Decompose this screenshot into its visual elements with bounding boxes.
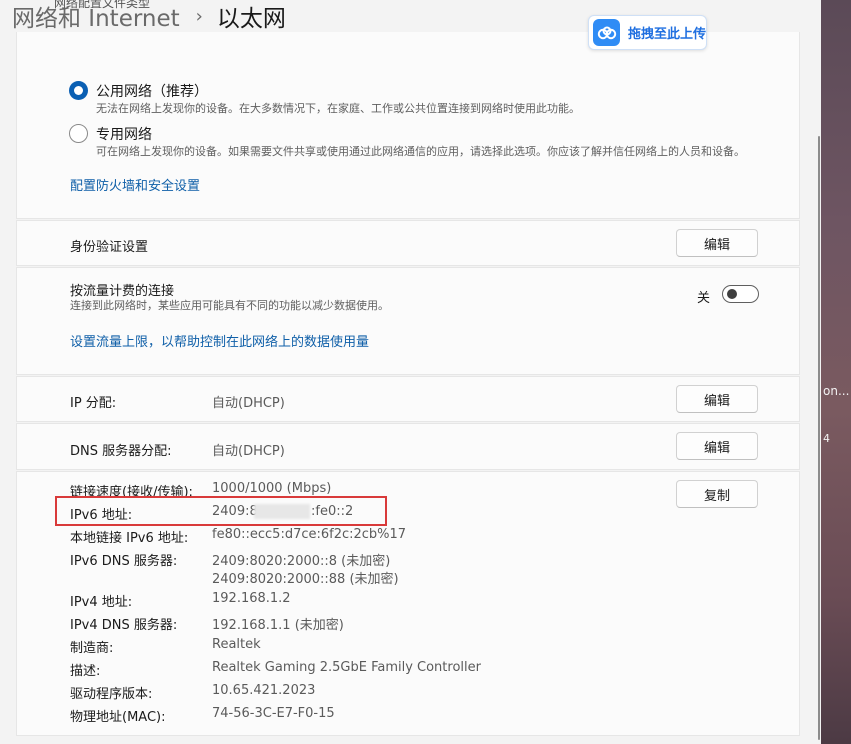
link-speed-value: 1000/1000 (Mbps): [212, 481, 332, 496]
ipv6-dns-label: IPv6 DNS 服务器:: [70, 554, 178, 569]
cloud-icon: [593, 19, 620, 46]
public-network-title: 公用网络（推荐）: [96, 84, 208, 100]
upload-drop-button[interactable]: 拖拽至此上传: [588, 15, 707, 50]
metered-toggle-state: 关: [697, 291, 711, 306]
public-network-radio[interactable]: [69, 81, 88, 100]
driver-version-label: 驱动程序版本:: [70, 687, 153, 702]
profile-section-title: 网络配置文件类型: [54, 0, 151, 10]
ipv6-dns-value-1: 2409:8020:2000::8 (未加密): [212, 554, 391, 569]
data-limit-link[interactable]: 设置流量上限，以帮助控制在此网络上的数据使用量: [70, 331, 369, 350]
ipv4-value: 192.168.1.2: [212, 591, 291, 606]
mac-address-label: 物理地址(MAC):: [70, 710, 166, 725]
driver-version-value: 10.65.421.2023: [212, 683, 316, 698]
copy-details-button[interactable]: 复制: [676, 480, 758, 508]
ipv4-dns-label: IPv4 DNS 服务器:: [70, 618, 178, 633]
private-network-radio[interactable]: [69, 124, 88, 143]
auth-edit-button[interactable]: 编辑: [676, 229, 758, 257]
background-window-number: 4: [823, 432, 830, 445]
upload-label: 拖拽至此上传: [628, 27, 707, 42]
ipv4-dns-value: 192.168.1.1 (未加密): [212, 618, 344, 633]
description-value: Realtek Gaming 2.5GbE Family Controller: [212, 660, 481, 675]
ip-assignment-edit-button[interactable]: 编辑: [676, 385, 758, 413]
metered-connection-description: 连接到此网络时，某些应用可能具有不同的功能以减少数据使用。: [70, 299, 389, 312]
auth-settings-label: 身份验证设置: [70, 240, 149, 255]
manufacturer-label: 制造商:: [70, 641, 114, 656]
ip-assignment-value: 自动(DHCP): [212, 396, 285, 411]
toggle-knob: [727, 289, 737, 299]
description-label: 描述:: [70, 664, 101, 679]
ipv4-label: IPv4 地址:: [70, 595, 133, 610]
metered-toggle[interactable]: [722, 285, 759, 303]
ip-assignment-label: IP 分配:: [70, 396, 117, 411]
link-local-ipv6-value: fe80::ecc5:d7ce:6f2c:2cb%17: [212, 527, 407, 542]
dns-assignment-edit-button[interactable]: 编辑: [676, 432, 758, 460]
firewall-settings-link[interactable]: 配置防火墙和安全设置: [70, 175, 200, 194]
dns-assignment-value: 自动(DHCP): [212, 444, 285, 459]
background-window-text: on...: [823, 384, 850, 398]
background-window: [821, 0, 851, 744]
link-local-ipv6-label: 本地链接 IPv6 地址:: [70, 531, 189, 546]
ipv6-dns-value-2: 2409:8020:2000::88 (未加密): [212, 572, 399, 587]
dns-assignment-label: DNS 服务器分配:: [70, 444, 172, 459]
page-title: 以太网: [216, 6, 286, 32]
public-network-description: 无法在网络上发现你的设备。在大多数情况下，在家庭、工作或公共位置连接到网络时使用…: [96, 102, 580, 115]
mac-address-value: 74-56-3C-E7-F0-15: [212, 706, 335, 721]
manufacturer-value: Realtek: [212, 637, 261, 652]
chevron-right-icon: ›: [195, 5, 203, 27]
settings-window: 网络和 Internet › 以太网 网络配置文件类型 公用网络（推荐） 无法在…: [0, 0, 821, 744]
ipv6-highlight-box: [55, 496, 387, 526]
private-network-description: 可在网络上发现你的设备。如果需要文件共享或使用通过此网络通信的应用，请选择此选项…: [96, 145, 745, 158]
vertical-scrollbar[interactable]: [818, 136, 820, 740]
private-network-title: 专用网络: [96, 127, 152, 143]
